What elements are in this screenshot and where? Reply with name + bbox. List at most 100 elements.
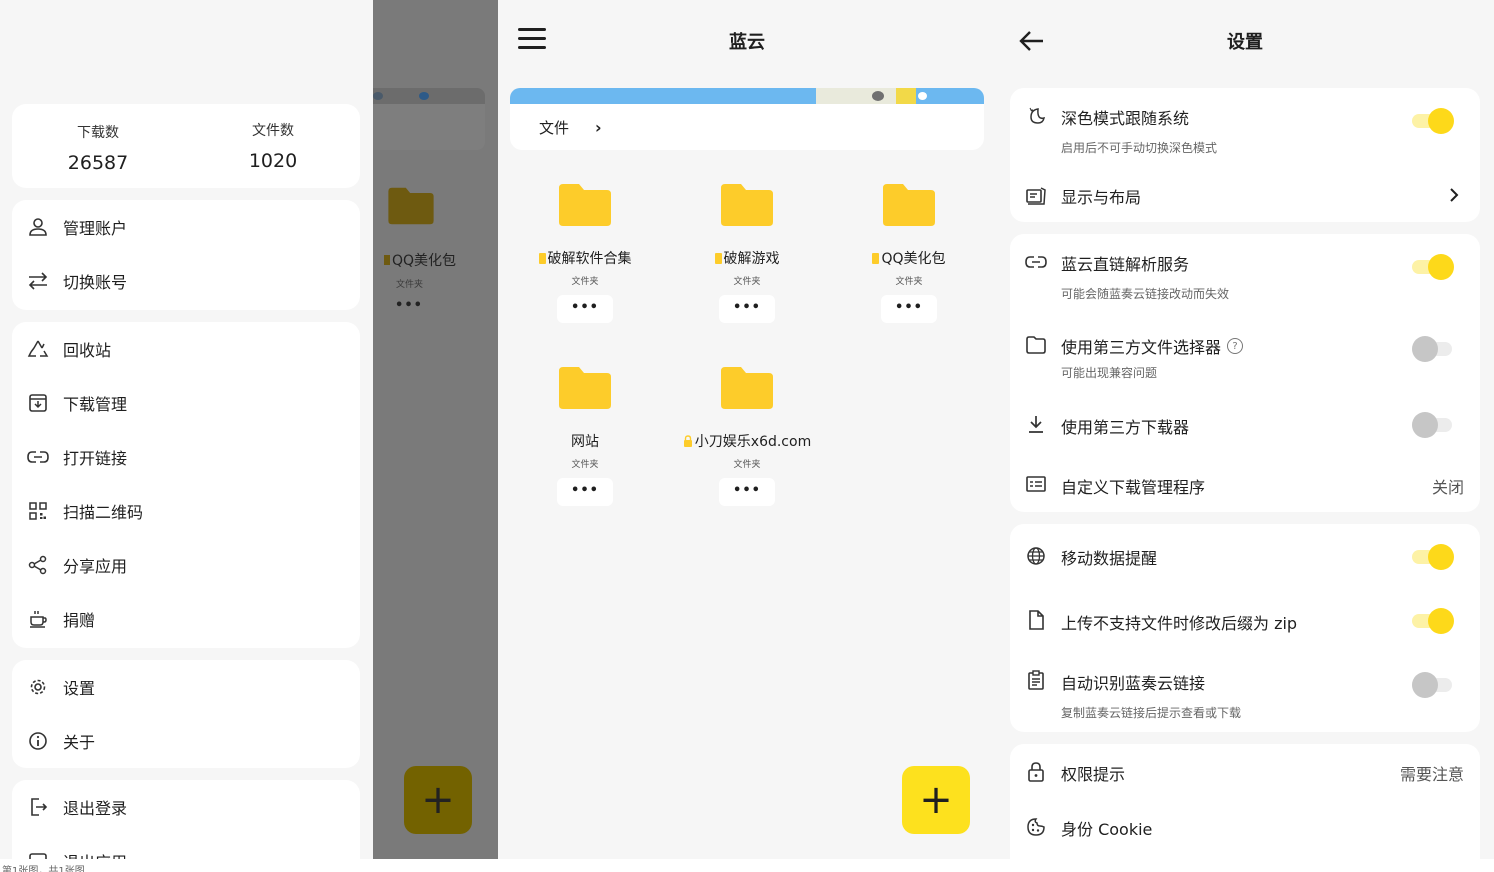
display-layout-icon	[1024, 184, 1048, 208]
drawer-item-label: 打开链接	[63, 449, 128, 468]
share-icon	[27, 554, 49, 576]
setting-subtitle: 复制蓝奏云链接后提示查看或下载	[1061, 706, 1242, 720]
more-options-button[interactable]: •••	[557, 478, 613, 506]
files-stat: 文件数 1020	[203, 120, 343, 172]
files-label: 文件数	[252, 123, 294, 139]
setting-third-party-downloader[interactable]: 使用第三方下载器	[1010, 400, 1480, 450]
more-options-button[interactable]: •••	[719, 478, 775, 506]
auto-detect-toggle[interactable]	[1412, 672, 1452, 698]
exit-card: 退出登录 退出应用	[12, 780, 360, 859]
globe-icon	[1024, 544, 1048, 568]
dark-mode-toggle[interactable]	[1412, 108, 1454, 134]
setting-title: 权限提示	[1061, 765, 1126, 784]
exit-app-icon	[27, 850, 49, 859]
folder-name: QQ美化包	[828, 248, 990, 268]
folder-item[interactable]: 网站 文件夹 •••	[504, 365, 666, 506]
scrim-banner-decor	[419, 92, 429, 100]
folder-item[interactable]: QQ美化包 文件夹 •••	[828, 182, 990, 323]
coffee-cup-icon	[27, 608, 49, 630]
folder-icon	[721, 184, 773, 226]
folder-name: 网站	[571, 434, 599, 450]
drawer-item-donate[interactable]: 捐赠	[12, 592, 360, 646]
scrim-more-button: •••	[395, 298, 423, 313]
link-icon	[1024, 250, 1048, 274]
page-title: 设置	[1227, 32, 1263, 53]
folder-type: 文件夹	[571, 277, 599, 287]
third-party-picker-toggle[interactable]	[1412, 336, 1452, 362]
download-icon	[1024, 412, 1048, 436]
navigation-drawer: 下载数 26587 文件数 1020 管理账户 切换账号 回收站 下载管理 打开…	[0, 0, 373, 859]
files-value: 1020	[248, 150, 298, 172]
setting-display-layout[interactable]: 显示与布局	[1010, 170, 1480, 222]
downloads-label: 下载数	[77, 125, 119, 141]
folder-tag-icon	[384, 255, 390, 265]
setting-auto-detect-link[interactable]: 自动识别蓝奏云链接 复制蓝奏云链接后提示查看或下载	[1010, 658, 1480, 732]
folder-name: 破解软件合集	[504, 248, 666, 268]
folder-item[interactable]: 小刀娱乐x6d.com 文件夹 •••	[666, 365, 828, 506]
drawer-item-label: 关于	[63, 733, 96, 752]
drawer-item-switch-account[interactable]: 切换账号	[12, 254, 360, 308]
moon-icon	[1024, 104, 1048, 128]
settings-group-download: 蓝云直链解析服务 可能会随蓝奏云链接改动而失效 使用第三方文件选择器 ? 可能出…	[1010, 234, 1480, 512]
drawer-item-exit-app[interactable]: 退出应用	[12, 834, 360, 859]
folder-item[interactable]: 破解软件合集 文件夹 •••	[504, 182, 666, 323]
banner-decor	[872, 91, 884, 101]
setting-dark-mode[interactable]: 深色模式跟随系统 启用后不可手动切换深色模式	[1010, 88, 1480, 160]
settings-group-network: 移动数据提醒 上传不支持文件时修改后缀为 zip 自动识别蓝奏云链接 复制蓝奏云…	[1010, 524, 1480, 732]
setting-title: 蓝云直链解析服务	[1061, 255, 1190, 274]
link-icon	[27, 446, 49, 468]
scrim-folder-name: QQ美化包	[384, 250, 456, 270]
drawer-item-scan-qr[interactable]: 扫描二维码	[12, 484, 360, 538]
setting-third-party-picker[interactable]: 使用第三方文件选择器 ? 可能出现兼容问题	[1010, 320, 1480, 384]
mobile-data-toggle[interactable]	[1412, 544, 1454, 570]
folder-icon	[388, 187, 434, 225]
scrim-folder-type: 文件夹	[396, 280, 424, 290]
more-options-button[interactable]: •••	[557, 295, 613, 323]
drawer-item-label: 管理账户	[63, 219, 128, 238]
header-banner	[510, 88, 984, 104]
tools-card: 回收站 下载管理 打开链接 扫描二维码 分享应用 捐赠	[12, 322, 360, 648]
drawer-item-recycle-bin[interactable]: 回收站	[12, 322, 360, 376]
setting-subtitle: 可能会随蓝奏云链接改动而失效	[1061, 287, 1230, 301]
drawer-item-share-app[interactable]: 分享应用	[12, 538, 360, 592]
drawer-item-about[interactable]: 关于	[12, 714, 360, 768]
breadcrumb-root[interactable]: 文件	[539, 117, 569, 138]
folder-type: 文件夹	[733, 460, 761, 470]
drawer-item-manage-account[interactable]: 管理账户	[12, 200, 360, 254]
downloads-value: 26587	[67, 152, 129, 174]
setting-title: 显示与布局	[1061, 188, 1142, 207]
downloads-stat: 下载数 26587	[28, 122, 168, 174]
folder-type: 文件夹	[571, 460, 599, 470]
more-options-button[interactable]: •••	[719, 295, 775, 323]
drawer-item-settings[interactable]: 设置	[12, 660, 360, 714]
setting-direct-link[interactable]: 蓝云直链解析服务 可能会随蓝奏云链接改动而失效	[1010, 234, 1480, 310]
app-bar: 蓝云	[498, 0, 996, 82]
direct-link-toggle[interactable]	[1412, 254, 1454, 280]
setting-custom-download-manager[interactable]: 自定义下载管理程序 关闭	[1010, 460, 1480, 512]
setting-title: 自动识别蓝奏云链接	[1061, 674, 1206, 693]
drawer-scrim[interactable]: QQ美化包 文件夹 ••• +	[373, 0, 498, 859]
drawer-item-open-link[interactable]: 打开链接	[12, 430, 360, 484]
setting-cookie[interactable]: 身份 Cookie	[1010, 804, 1480, 854]
setting-title: 使用第三方文件选择器 ?	[1061, 334, 1244, 358]
help-icon[interactable]: ?	[1227, 338, 1244, 354]
setting-permission[interactable]: 权限提示 需要注意	[1010, 744, 1480, 798]
folder-type: 文件夹	[733, 277, 761, 287]
clipboard-icon	[1024, 668, 1048, 692]
more-options-button[interactable]: •••	[881, 295, 937, 323]
drawer-item-label: 分享应用	[63, 557, 128, 576]
setting-subtitle: 启用后不可手动切换深色模式	[1061, 141, 1218, 155]
third-party-downloader-toggle[interactable]	[1412, 412, 1452, 438]
setting-mobile-data[interactable]: 移动数据提醒	[1010, 524, 1480, 586]
info-icon	[27, 730, 49, 752]
plus-icon: +	[421, 777, 455, 823]
setting-zip-upload[interactable]: 上传不支持文件时修改后缀为 zip	[1010, 598, 1480, 648]
folder-name: 破解游戏	[666, 248, 828, 268]
zip-upload-toggle[interactable]	[1412, 608, 1454, 634]
drawer-item-download-manager[interactable]: 下载管理	[12, 376, 360, 430]
folder-item[interactable]: 破解游戏 文件夹 •••	[666, 182, 828, 323]
drawer-item-label: 回收站	[63, 341, 112, 360]
add-fab[interactable]: +	[902, 766, 970, 834]
drawer-item-logout[interactable]: 退出登录	[12, 780, 360, 834]
drawer-item-label: 扫描二维码	[63, 503, 144, 522]
